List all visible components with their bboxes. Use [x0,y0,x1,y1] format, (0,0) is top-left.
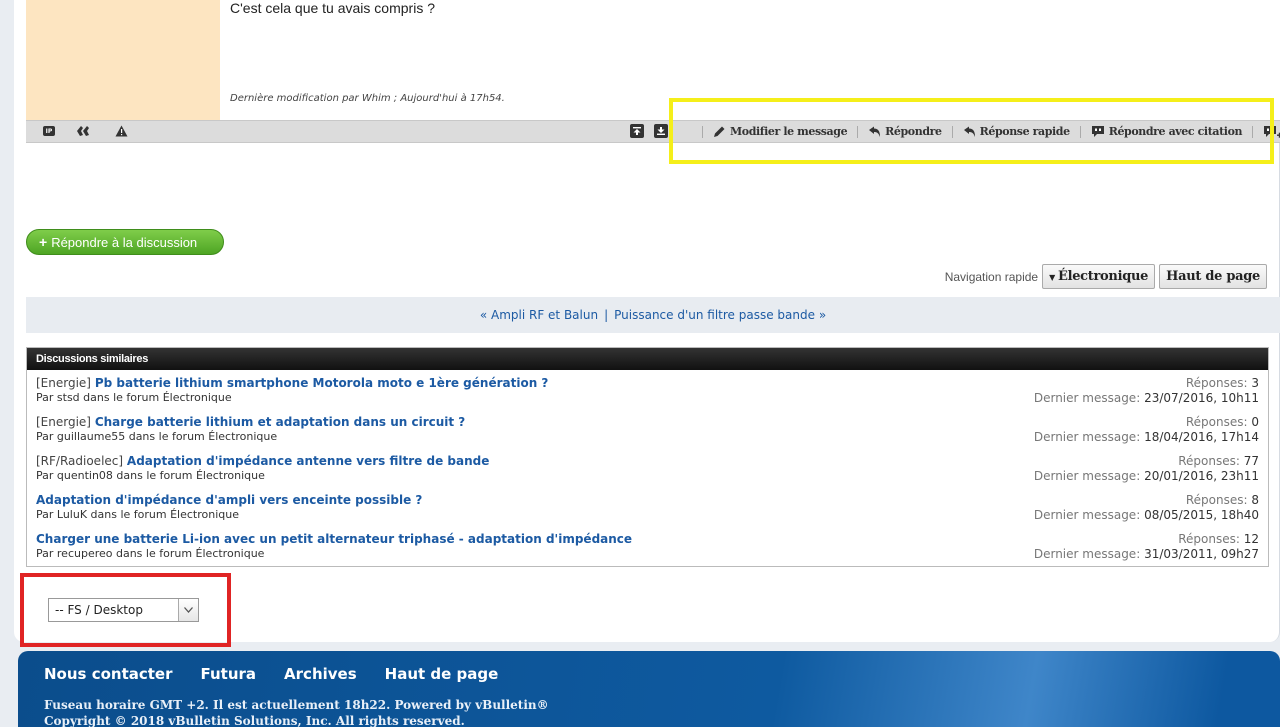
thread-stats: Réponses: 12 Dernier message: 31/03/2011… [1034,532,1259,561]
last-post-date: 18/04/2016, 17h14 [1144,430,1259,444]
thanks-icon[interactable] [76,124,90,138]
highlight-box-red [20,573,231,647]
thread-stats: Réponses: 8 Dernier message: 08/05/2015,… [1034,493,1259,522]
thread-stats: Réponses: 3 Dernier message: 23/07/2016,… [1034,376,1259,405]
replies-count: 8 [1251,493,1259,507]
footer-info: Fuseau horaire GMT +2. Il est actuelleme… [44,697,549,727]
thread-stats: Réponses: 77 Dernier message: 20/01/2016… [1034,454,1259,483]
replies-label: Réponses: [1185,376,1248,390]
reply-to-thread-button[interactable]: + Répondre à la discussion [26,229,224,255]
forum-jump-label: Électronique [1057,269,1149,284]
page-container: C'est cela que tu avais compris ? Derniè… [14,0,1280,642]
last-post-date: 08/05/2015, 18h40 [1144,508,1259,522]
top-of-page-button[interactable]: Haut de page [1159,264,1267,289]
footer-copyright: Copyright © 2018 vBulletin Solutions, In… [44,714,465,727]
scroll-bottom-icon[interactable] [654,124,668,138]
replies-count: 77 [1243,454,1259,468]
thread-navigation: « Ampli RF et Balun | Puissance d'un fil… [26,297,1280,333]
footer-link-top[interactable]: Haut de page [385,665,499,683]
thread-title-link[interactable]: Pb batterie lithium smartphone Motorola … [95,376,549,390]
last-post-label: Dernier message: [1033,508,1141,522]
ip-badge: IP [43,126,55,136]
list-item: [Energie] Pb batterie lithium smartphone… [27,370,1268,409]
thread-stats: Réponses: 0 Dernier message: 18/04/2016,… [1034,415,1259,444]
last-post-label: Dernier message: [1033,547,1141,561]
ip-icon[interactable]: IP [42,124,56,138]
thread-prefix: [Energie] [36,376,91,390]
replies-count: 0 [1251,415,1259,429]
thread-title-link[interactable]: Adaptation d'impédance d'ampli vers ence… [36,493,422,507]
similar-threads: Discussions similaires [Energie] Pb batt… [26,347,1269,567]
similar-threads-heading: Discussions similaires [27,348,1268,370]
last-post-date: 31/03/2011, 09h27 [1144,547,1259,561]
replies-label: Réponses: [1178,532,1240,546]
list-item: [Energie] Charge batterie lithium et ada… [27,409,1268,448]
last-post-date: 20/01/2016, 23h11 [1144,469,1259,483]
caret-down-icon: ▼ [1049,271,1055,282]
scroll-top-icon[interactable] [630,124,644,138]
prev-thread-link[interactable]: « Ampli RF et Balun [480,308,598,322]
post-user-info [26,0,220,120]
thread-prefix: [Energie] [36,415,91,429]
forum-jump-button[interactable]: ▼ Électronique [1042,264,1156,289]
replies-count: 12 [1243,532,1259,546]
footer-link-archives[interactable]: Archives [284,665,357,683]
replies-label: Réponses: [1178,454,1240,468]
top-of-page-label: Haut de page [1166,269,1260,284]
footer-timezone: Fuseau horaire GMT +2. Il est actuelleme… [44,698,549,712]
post-text: C'est cela que tu avais compris ? [230,0,435,16]
thread-title-link[interactable]: Adaptation d'impédance antenne vers filt… [127,454,489,468]
list-item: Charger une batterie Li-ion avec un peti… [27,526,1268,565]
post-edit-note: Dernière modification par Whim ; Aujourd… [230,93,505,104]
quick-nav-label: Navigation rapide [944,269,1039,284]
thread-prefix: [RF/Radioelec] [36,454,124,468]
quick-navigation: Navigation rapide ▼ Électronique Haut de… [945,264,1267,289]
plus-icon: + [39,234,48,250]
replies-label: Réponses: [1185,493,1248,507]
last-post-label: Dernier message: [1033,469,1141,483]
replies-count: 3 [1251,376,1259,390]
last-post-label: Dernier message: [1033,391,1141,405]
footer-links: Nous contacter Futura Archives Haut de p… [44,665,498,683]
last-post-label: Dernier message: [1033,430,1141,444]
thread-title-link[interactable]: Charge batterie lithium et adaptation da… [95,415,465,429]
report-icon[interactable] [114,124,128,138]
next-thread-link[interactable]: Puissance d'un filtre passe bande » [614,308,826,322]
replies-label: Réponses: [1185,415,1248,429]
list-item: Adaptation d'impédance d'ampli vers ence… [27,487,1268,526]
footer: Nous contacter Futura Archives Haut de p… [18,651,1280,727]
footer-link-contact[interactable]: Nous contacter [44,665,173,683]
reply-to-thread-label: Répondre à la discussion [51,234,198,250]
footer-link-futura[interactable]: Futura [201,665,257,683]
highlight-box-yellow [669,98,1274,164]
thread-title-link[interactable]: Charger une batterie Li-ion avec un peti… [36,532,632,546]
last-post-date: 23/07/2016, 10h11 [1144,391,1259,405]
thread-nav-separator: | [604,308,609,322]
list-item: [RF/Radioelec] Adaptation d'impédance an… [27,448,1268,487]
